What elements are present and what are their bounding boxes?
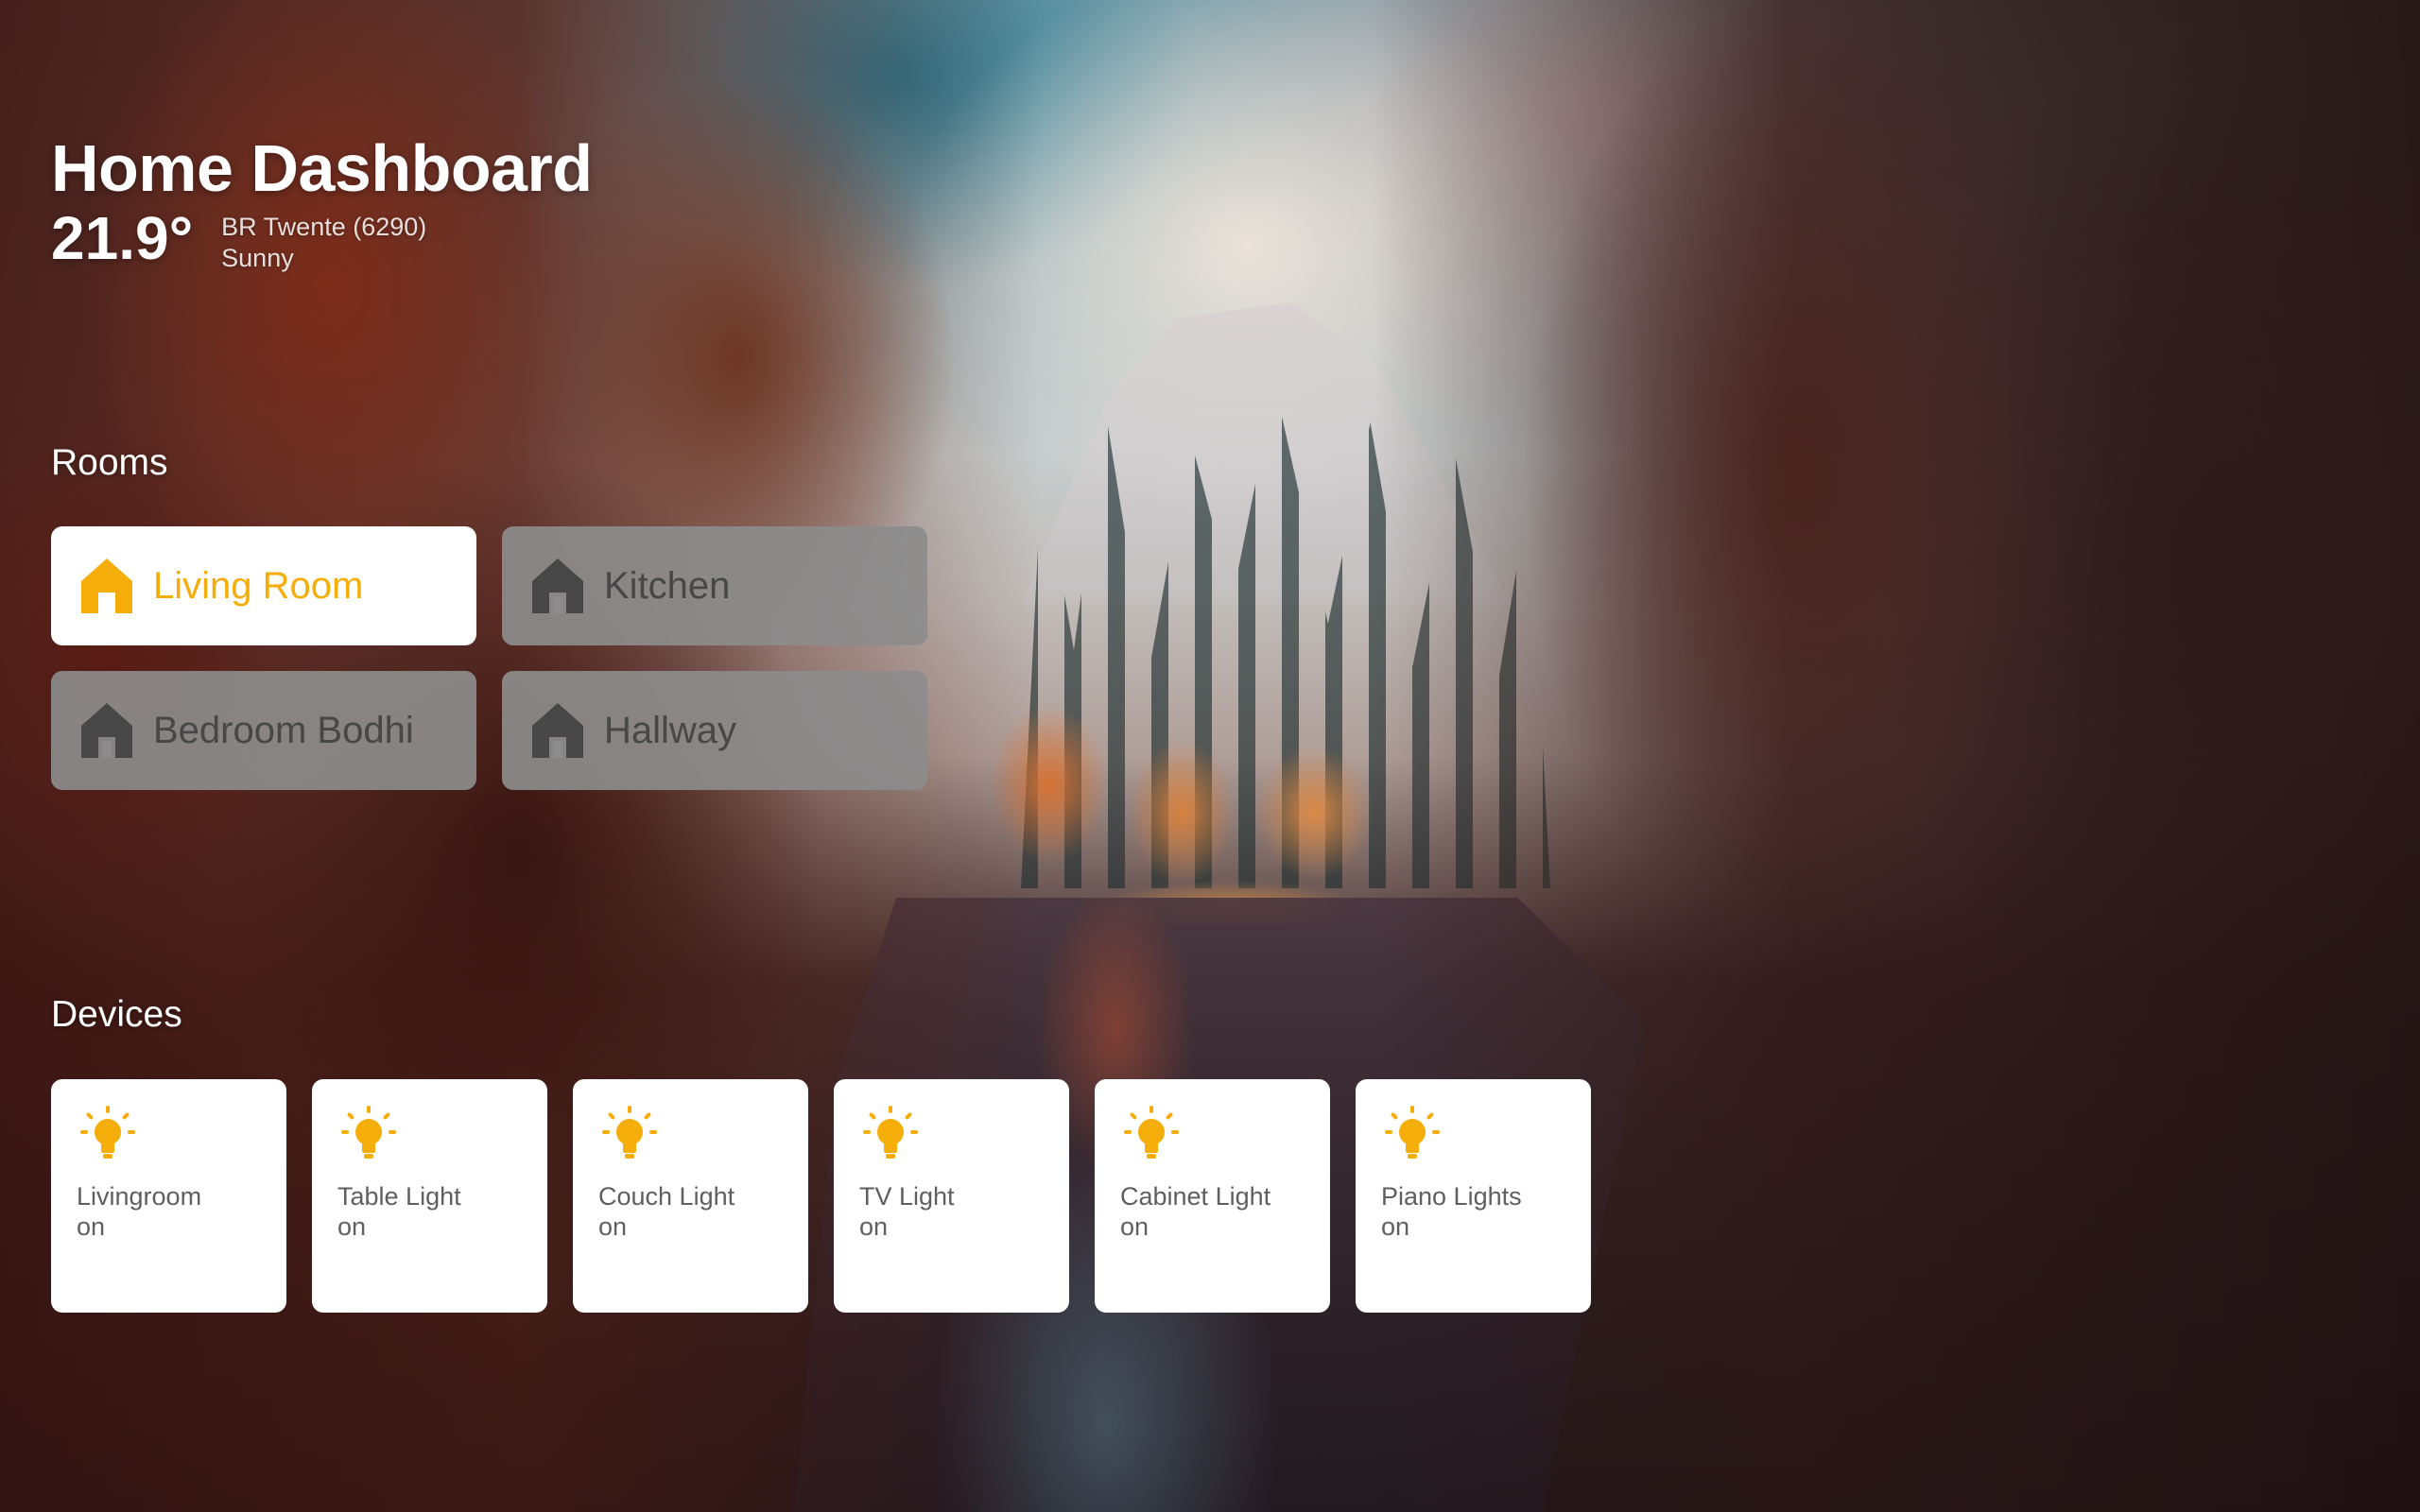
dashboard-screen: Home Dashboard 21.9° BR Twente (6290) Su… xyxy=(0,0,2420,1512)
device-state: on xyxy=(1381,1212,1410,1241)
device-card-livingroom[interactable]: Livingroom on xyxy=(51,1079,286,1313)
device-card-tv-light[interactable]: TV Light on xyxy=(834,1079,1069,1313)
room-card-kitchen[interactable]: Kitchen xyxy=(502,526,927,645)
room-card-living-room[interactable]: Living Room xyxy=(51,526,476,645)
devices-grid: Livingroom on Table Light on Couch Light… xyxy=(51,1079,1591,1313)
room-card-hallway[interactable]: Hallway xyxy=(502,671,927,790)
lightbulb-icon xyxy=(80,1106,135,1159)
device-name: TV Light xyxy=(859,1182,955,1211)
weather-info: BR Twente (6290) Sunny xyxy=(221,212,426,274)
room-label: Hallway xyxy=(604,709,737,751)
lightbulb-icon xyxy=(863,1106,918,1159)
weather-widget[interactable]: 21.9° BR Twente (6290) Sunny xyxy=(51,204,426,274)
room-label: Living Room xyxy=(153,564,364,607)
device-state: on xyxy=(598,1212,628,1241)
home-icon xyxy=(532,703,583,758)
lightbulb-icon xyxy=(1124,1106,1179,1159)
rooms-section-title: Rooms xyxy=(51,442,168,483)
weather-station: BR Twente (6290) xyxy=(221,213,427,241)
device-card-table-light[interactable]: Table Light on xyxy=(312,1079,547,1313)
lightbulb-icon xyxy=(341,1106,396,1159)
room-card-bedroom-bodhi[interactable]: Bedroom Bodhi xyxy=(51,671,476,790)
device-card-couch-light[interactable]: Couch Light on xyxy=(573,1079,808,1313)
device-state: on xyxy=(77,1212,106,1241)
weather-condition: Sunny xyxy=(221,244,294,272)
lightbulb-icon xyxy=(602,1106,657,1159)
dashboard-content: Home Dashboard 21.9° BR Twente (6290) Su… xyxy=(51,0,2420,1512)
device-name: Piano Lights xyxy=(1381,1182,1522,1211)
lightbulb-icon xyxy=(1385,1106,1440,1159)
device-name: Table Light xyxy=(337,1182,461,1211)
device-name: Cabinet Light xyxy=(1120,1182,1271,1211)
device-name: Livingroom xyxy=(77,1182,202,1211)
room-label: Bedroom Bodhi xyxy=(153,709,414,751)
devices-section-title: Devices xyxy=(51,994,182,1035)
weather-temperature: 21.9° xyxy=(51,204,194,272)
device-card-cabinet-light[interactable]: Cabinet Light on xyxy=(1095,1079,1330,1313)
room-label: Kitchen xyxy=(604,564,731,607)
rooms-grid: Living Room Kitchen Bedroom Bodhi Hallwa… xyxy=(51,526,927,790)
device-name: Couch Light xyxy=(598,1182,735,1211)
device-state: on xyxy=(337,1212,367,1241)
device-state: on xyxy=(859,1212,889,1241)
device-state: on xyxy=(1120,1212,1150,1241)
home-icon xyxy=(81,703,132,758)
home-icon xyxy=(81,558,132,613)
device-card-piano-lights[interactable]: Piano Lights on xyxy=(1356,1079,1591,1313)
home-icon xyxy=(532,558,583,613)
page-title: Home Dashboard xyxy=(51,131,593,205)
